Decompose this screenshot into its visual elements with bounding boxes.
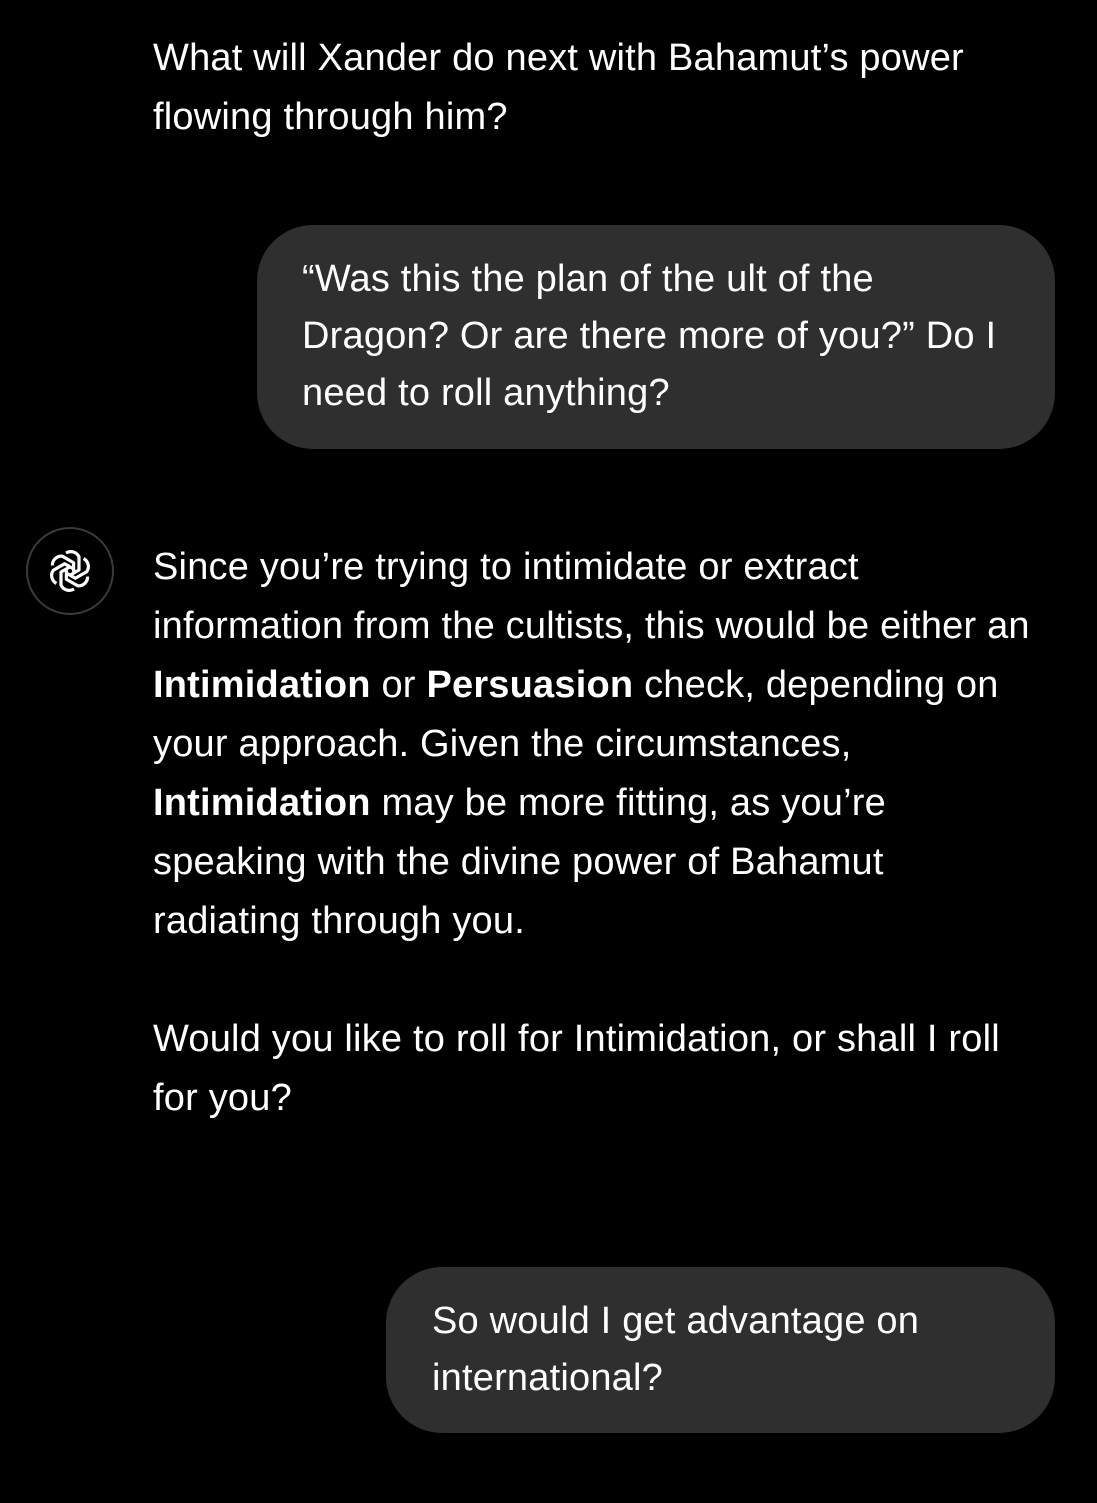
user-message-bubble[interactable]: “Was this the plan of the ult of the Dra… [257,225,1055,449]
bold-term-intimidation: Intimidation [153,664,371,706]
text-run: or [370,664,427,706]
text-run: Since you’re trying to intimidate or ext… [153,546,1030,647]
bold-term-intimidation: Intimidation [153,782,371,824]
assistant-paragraph-1: Since you’re trying to intimidate or ext… [153,538,1033,951]
user-message-text: “Was this the plan of the ult of the Dra… [302,258,997,414]
openai-logo-icon [50,550,90,592]
assistant-message: Since you’re trying to intimidate or ext… [153,538,1033,1128]
user-message-text: So would I get advantage on internationa… [432,1300,920,1399]
chat-thread: What will Xander do next with Bahamut’s … [0,0,1097,1503]
assistant-paragraph-2: Would you like to roll for Intimidation,… [153,1018,1000,1119]
assistant-message-text: What will Xander do next with Bahamut’s … [153,37,964,138]
assistant-avatar [26,527,114,615]
user-message-bubble[interactable]: So would I get advantage on internationa… [386,1267,1055,1433]
bold-term-persuasion: Persuasion [426,664,634,706]
assistant-message-previous: What will Xander do next with Bahamut’s … [153,29,1033,147]
